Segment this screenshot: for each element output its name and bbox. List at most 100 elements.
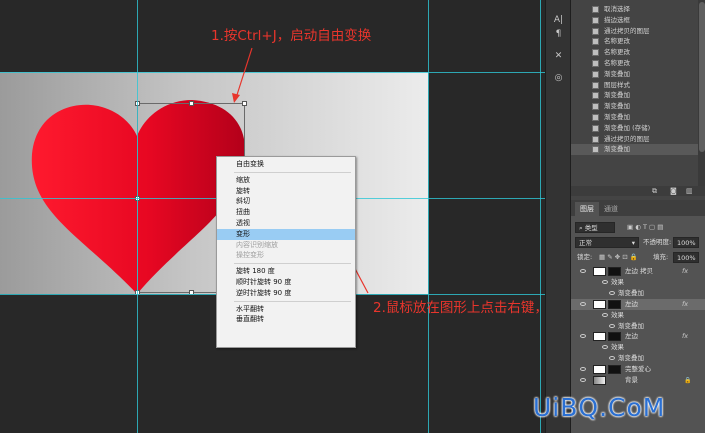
opacity-label: 不透明度:	[643, 238, 672, 246]
fx-icon[interactable]: fx	[682, 299, 688, 310]
opacity-input[interactable]: 100%	[673, 237, 699, 248]
layer-effect-row[interactable]: 渐变叠加	[571, 288, 705, 299]
history-item[interactable]: 名称更改	[571, 36, 698, 47]
layer-row[interactable]: 完整爱心	[571, 364, 705, 375]
history-item[interactable]: 渐变叠加	[571, 69, 698, 80]
history-item[interactable]: 取消选择	[571, 4, 698, 15]
history-item-label: 名称更改	[604, 48, 630, 57]
layer-name: 左边	[625, 332, 638, 341]
menu-item: 操控变形	[236, 251, 264, 260]
history-step-icon	[592, 60, 599, 67]
layer-row[interactable]: 左边 fx	[571, 331, 705, 342]
history-step-icon	[592, 146, 599, 154]
layer-effect-row[interactable]: 渐变叠加	[571, 321, 705, 332]
tools-icon[interactable]: ✕	[552, 50, 565, 62]
eye-icon[interactable]	[609, 323, 615, 328]
eye-icon[interactable]	[609, 290, 615, 295]
eye-icon[interactable]	[602, 279, 608, 284]
fill-input[interactable]: 100%	[673, 252, 699, 263]
right-panel: 取消选择 描边选框 通过拷贝的图层 名称更改 名称更改 名称更改 渐变叠加 图层样式 渐变叠加渐…	[570, 0, 705, 433]
menu-item[interactable]: 垂直翻转	[217, 314, 355, 325]
snapshot-icon[interactable]: ⧉	[652, 187, 657, 196]
layer-effect-row[interactable]: 效果	[571, 310, 705, 321]
layer-mask-thumbnail	[608, 267, 621, 276]
lock-icons[interactable]: ▦ ✎ ✥ ⊡ 🔒	[599, 252, 638, 263]
eye-icon[interactable]	[580, 378, 586, 382]
layers-tabbar: 图层 通道	[571, 200, 705, 216]
history-item-label: 取消选择	[604, 5, 630, 13]
history-step-icon	[592, 81, 599, 89]
blend-mode-select[interactable]: 正常 ▾	[575, 237, 639, 248]
menu-item[interactable]: 扭曲	[217, 207, 355, 218]
layer-effect-row[interactable]: 渐变叠加	[571, 353, 705, 364]
eye-icon[interactable]	[580, 334, 586, 339]
canvas-area[interactable]: 1.按Ctrl+J，启动自由变换 2.鼠标放在图形上点击右键，选择变形 自由变换…	[0, 0, 545, 433]
layer-name: 渐变叠加	[618, 321, 644, 330]
layer-name: 左边 拷贝	[625, 267, 654, 275]
menu-item[interactable]: 变形	[217, 228, 355, 240]
camera-icon[interactable]: ◙	[670, 187, 677, 195]
history-item[interactable]: 渐变叠加	[571, 112, 698, 123]
menu-item[interactable]: 透视	[217, 218, 355, 229]
menu-item[interactable]: 斜切	[217, 196, 355, 207]
filter-kind-select[interactable]: ⌕ 类型	[575, 222, 615, 233]
layer-thumbnail	[593, 299, 606, 309]
history-item[interactable]: 渐变叠加	[571, 144, 698, 156]
menu-item[interactable]: 旋转	[217, 186, 355, 197]
eye-icon[interactable]	[609, 356, 615, 361]
history-panel: 取消选择 描边选框 通过拷贝的图层 名称更改 名称更改 名称更改 渐变叠加 图层样式 渐变叠加渐…	[571, 0, 698, 195]
history-item[interactable]: 名称更改	[571, 58, 698, 69]
trash-icon[interactable]: ▥	[686, 187, 693, 195]
tab-layers[interactable]: 图层	[575, 202, 599, 216]
filter-icons[interactable]: ▣ ◐ T ▢ ▤	[627, 222, 663, 233]
chevron-down-icon: ▾	[631, 239, 635, 247]
eye-icon[interactable]	[602, 312, 608, 317]
layer-row[interactable]: 左边 拷贝 fx	[571, 266, 705, 277]
layer-mask-thumbnail	[608, 365, 621, 375]
lock-icon: 🔒	[684, 377, 692, 384]
layer-row[interactable]: 背景 🔒	[571, 375, 705, 386]
history-item-label: 渐变叠加	[604, 113, 630, 121]
character-icon[interactable]: A|	[552, 14, 565, 26]
annotation-step2: 2.鼠标放在图形上点击右键，选择变形	[373, 300, 545, 316]
menu-item[interactable]: 旋转 180 度	[217, 266, 355, 277]
fx-icon[interactable]: fx	[682, 266, 688, 277]
layer-thumbnail	[593, 332, 606, 342]
menu-item[interactable]: 逆时针旋转 90 度	[217, 288, 355, 299]
layer-row[interactable]: 左边 fx	[571, 298, 705, 310]
history-item[interactable]: 描边选框	[571, 15, 698, 26]
history-item[interactable]: 渐变叠加	[571, 101, 698, 112]
layer-thumbnail	[593, 267, 606, 276]
history-item[interactable]: 图层样式	[571, 80, 698, 91]
history-item[interactable]: 渐变叠加 (存储)	[571, 123, 698, 134]
layer-name: 左边	[625, 299, 638, 308]
menu-item[interactable]: 水平翻转	[217, 304, 355, 315]
history-item[interactable]: 名称更改	[571, 47, 698, 58]
menu-item[interactable]: 顺时针旋转 90 度	[217, 277, 355, 288]
eye-icon[interactable]	[580, 367, 586, 372]
layer-effect-row[interactable]: 效果	[571, 277, 705, 288]
layer-name: 效果	[611, 277, 624, 286]
fx-icon[interactable]: fx	[682, 331, 688, 342]
history-item[interactable]: 通过拷贝的图层	[571, 134, 698, 145]
tab-channels[interactable]: 通道	[599, 202, 623, 216]
eye-icon[interactable]	[602, 345, 608, 350]
lock-label: 锁定:	[577, 253, 593, 261]
watermark: UiBQ.CoM	[533, 393, 666, 422]
history-scrollbar[interactable]	[698, 0, 705, 195]
history-item[interactable]: 通过拷贝的图层	[571, 26, 698, 37]
layer-name: 效果	[611, 310, 624, 319]
layer-effect-row[interactable]: 效果	[571, 342, 705, 353]
eye-icon[interactable]	[580, 269, 586, 273]
history-step-icon	[592, 16, 599, 24]
history-step-icon	[592, 38, 599, 46]
menu-separator	[234, 263, 351, 265]
paragraph-icon[interactable]: ¶	[552, 28, 565, 40]
menu-item[interactable]: 自由变换	[217, 159, 355, 170]
adjust-icon[interactable]: ◎	[552, 72, 565, 84]
history-step-icon	[592, 27, 599, 35]
menu-item[interactable]: 缩放	[217, 175, 355, 186]
history-item-label: 图层样式	[604, 80, 630, 89]
history-item[interactable]: 渐变叠加	[571, 90, 698, 101]
eye-icon[interactable]	[580, 301, 586, 306]
